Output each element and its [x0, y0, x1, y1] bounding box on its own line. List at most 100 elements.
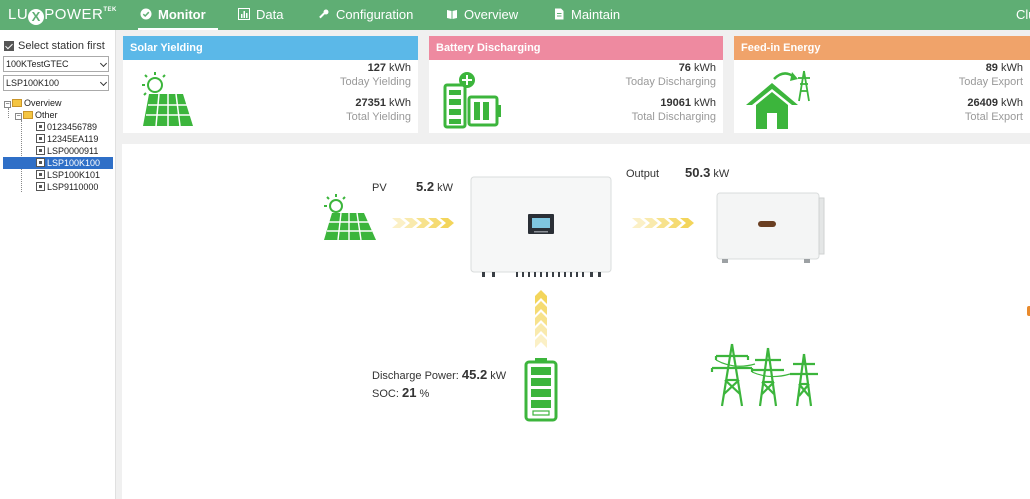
- output-power-unit: kW: [713, 168, 730, 180]
- folder-icon: [23, 111, 33, 119]
- tree-device[interactable]: 12345EA119: [36, 133, 98, 145]
- output-flow-arrow-icon: [632, 218, 694, 228]
- today-yielding-value: 127: [367, 62, 386, 74]
- app-logo[interactable]: LU X POWERTEK: [8, 6, 117, 25]
- tree-device[interactable]: LSP9110000: [36, 181, 98, 193]
- collapse-icon[interactable]: −: [4, 101, 11, 108]
- output-label: Output: [626, 168, 660, 180]
- pv-power-unit: kW: [437, 182, 454, 194]
- select-station-first-toggle[interactable]: Select station first: [4, 40, 105, 52]
- tree-device-label: LSP9110000: [47, 182, 99, 192]
- today-export-label: Today Export: [958, 76, 1023, 88]
- discharge-power-label: Discharge Power:: [372, 370, 459, 382]
- nav-configuration[interactable]: Configuration: [318, 0, 413, 30]
- nav-maintain-label: Maintain: [571, 7, 621, 22]
- tree-device-label: 0123456789: [47, 122, 98, 132]
- sidebar: Select station first 100KTestGTEC LSP100…: [0, 30, 116, 499]
- device-icon: [36, 158, 45, 167]
- device-icon: [36, 182, 45, 191]
- discharge-power-value: 45.2: [461, 367, 488, 382]
- home-grid-export-icon: [746, 70, 810, 129]
- book-icon: [447, 10, 457, 19]
- device-icon: [36, 134, 45, 143]
- tree-device[interactable]: LSP0000911: [36, 145, 98, 157]
- tree-node-other-label: Other: [35, 110, 58, 120]
- unit: kWh: [389, 97, 411, 109]
- collapse-icon[interactable]: −: [15, 113, 22, 120]
- tree-device-label: LSP100K101: [47, 170, 101, 180]
- tree-node-other[interactable]: − Other: [15, 109, 58, 121]
- total-yielding-value: 27351: [355, 97, 386, 109]
- today-discharging-value-row: 76 kWh: [679, 62, 716, 74]
- station-select-value: 100KTestGTEC: [6, 59, 69, 69]
- device-icon: [36, 122, 45, 131]
- nav-configuration-label: Configuration: [336, 7, 414, 22]
- soc-label: SOC:: [372, 388, 399, 400]
- output-power-readout: 50.3 kW: [685, 165, 729, 180]
- total-discharging-value: 19061: [660, 97, 691, 109]
- solar-panel-icon: [142, 72, 193, 127]
- card-title: Solar Yielding: [123, 36, 418, 60]
- station-select[interactable]: 100KTestGTEC: [3, 56, 109, 72]
- pv-label: PV: [372, 182, 387, 194]
- chevron-down-icon: [99, 78, 108, 87]
- discharge-power-unit: kW: [490, 370, 507, 382]
- battery-discharging-card: Battery Discharging 76 kWh Today Dischar…: [429, 36, 723, 133]
- nav-overview-label: Overview: [464, 7, 519, 22]
- tree-device[interactable]: LSP100K101: [36, 169, 100, 181]
- check-circle-icon: [140, 8, 152, 20]
- tree-device-label: 12345EA119: [47, 134, 99, 144]
- total-export-label: Total Export: [964, 111, 1023, 123]
- power-grid-icon: [710, 343, 818, 407]
- unit: kWh: [1001, 62, 1023, 74]
- soc-value: 21: [401, 385, 417, 400]
- today-export-value-row: 89 kWh: [986, 62, 1023, 74]
- nav-monitor-label: Monitor: [158, 7, 206, 22]
- today-yielding-value-row: 127 kWh: [368, 62, 411, 74]
- document-icon: [555, 8, 564, 20]
- energy-flow-panel: PV 5.2 kW Output 50.3 kW Discharge Power…: [122, 144, 1030, 499]
- solar-panel-icon: [324, 194, 376, 241]
- tree-device[interactable]: 0123456789: [36, 121, 97, 133]
- nav-overview[interactable]: Overview: [446, 0, 518, 30]
- solar-yielding-card: Solar Yielding 127 kWh Today Yielding 27…: [123, 36, 418, 133]
- device-icon: [36, 170, 45, 179]
- card-title: Battery Discharging: [429, 36, 723, 60]
- nav-cluster-link[interactable]: Clu: [1016, 0, 1030, 30]
- device-select-value: LSP100K100: [6, 78, 60, 88]
- unit: kWh: [694, 97, 716, 109]
- tree-node-overview[interactable]: − Overview: [4, 97, 62, 109]
- soc-readout: SOC: 21 %: [372, 385, 429, 400]
- device-select[interactable]: LSP100K100: [3, 75, 109, 91]
- nav-data[interactable]: Data: [238, 0, 283, 30]
- feed-in-energy-card: Feed-in Energy 89 kWh Today Export 26409…: [734, 36, 1030, 133]
- pv-power-value: 5.2: [416, 179, 435, 194]
- unit: kWh: [694, 62, 716, 74]
- discharge-power-readout: Discharge Power: 45.2 kW: [372, 367, 506, 382]
- folder-icon: [12, 99, 22, 107]
- wrench-icon: [319, 9, 329, 19]
- unit: kWh: [389, 62, 411, 74]
- tree-device-selected[interactable]: LSP100K100: [3, 157, 113, 169]
- bar-chart-icon: [238, 8, 250, 20]
- total-discharging-value-row: 19061 kWh: [660, 97, 716, 109]
- pv-flow-arrow-icon: [392, 218, 454, 228]
- device-icon: [36, 146, 45, 155]
- battery-icon: [524, 358, 558, 422]
- output-power-value: 50.3: [685, 165, 711, 180]
- nav-maintain[interactable]: Maintain: [553, 0, 620, 30]
- unit: kWh: [1001, 97, 1023, 109]
- battery-flow-arrow-icon: [535, 290, 547, 348]
- nav-monitor[interactable]: Monitor: [138, 0, 218, 30]
- today-discharging-label: Today Discharging: [625, 76, 717, 88]
- nav-data-label: Data: [256, 7, 284, 22]
- output-device-icon: [716, 192, 825, 263]
- today-discharging-value: 76: [678, 62, 691, 74]
- total-yielding-label: Total Yielding: [346, 111, 411, 123]
- tree-node-overview-label: Overview: [24, 98, 62, 108]
- total-yielding-value-row: 27351 kWh: [355, 97, 411, 109]
- chevron-down-icon: [99, 59, 108, 68]
- today-yielding-label: Today Yielding: [340, 76, 411, 88]
- total-export-value-row: 26409 kWh: [967, 97, 1023, 109]
- checkbox-icon[interactable]: [4, 41, 14, 51]
